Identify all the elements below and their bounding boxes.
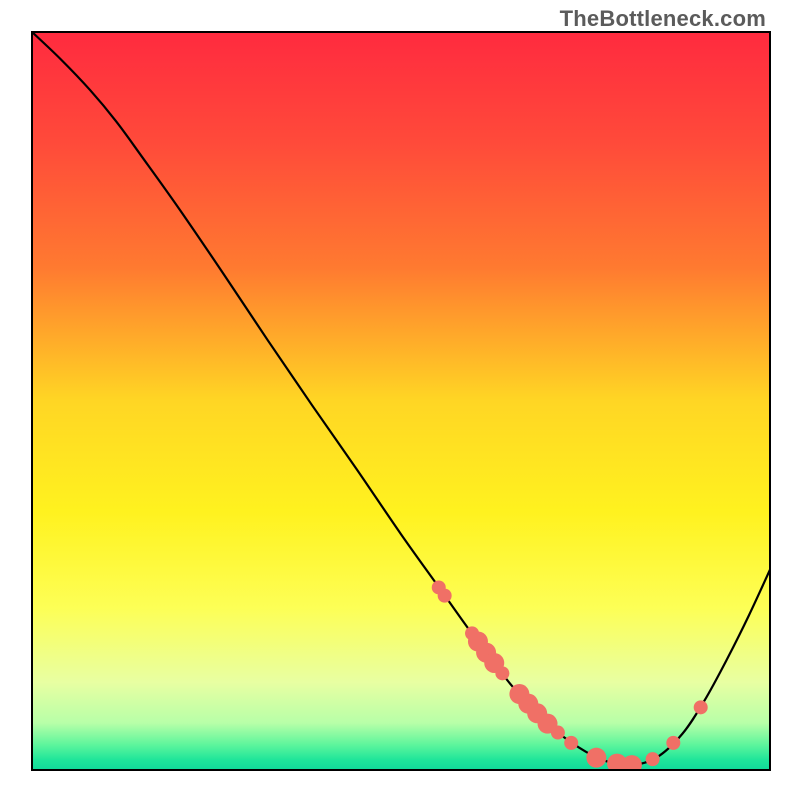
chart-container: TheBottleneck.com (0, 0, 800, 800)
plot-area (31, 31, 771, 771)
watermark-text: TheBottleneck.com (560, 6, 766, 32)
gradient-background (31, 31, 771, 771)
